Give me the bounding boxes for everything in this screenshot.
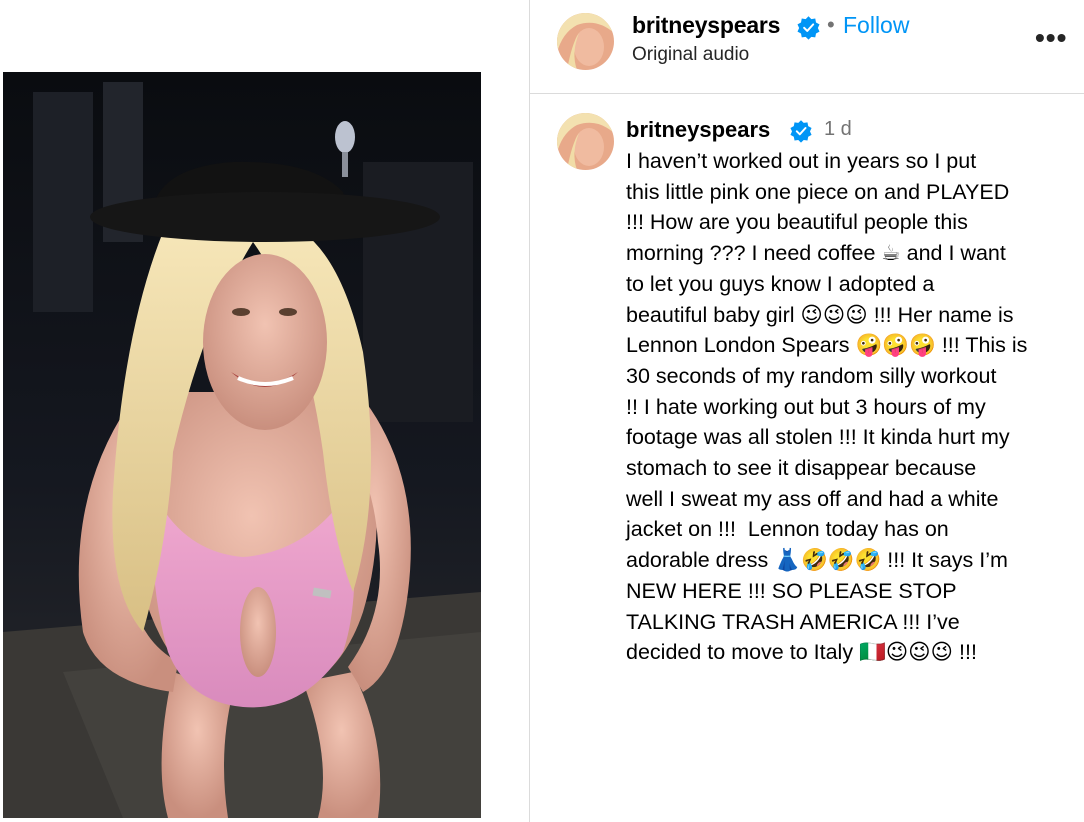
post-caption: I haven’t worked out in years so I put t… (626, 149, 1028, 665)
post-timestamp[interactable]: 1 d (824, 118, 852, 141)
follow-button[interactable]: Follow (843, 12, 909, 39)
audio-label[interactable]: Original audio (632, 44, 749, 66)
verified-badge-icon (797, 16, 820, 40)
separator-dot: • (827, 12, 835, 37)
post-video[interactable] (3, 72, 481, 818)
author-avatar[interactable] (557, 13, 614, 70)
more-options-icon[interactable]: ••• (1035, 22, 1067, 54)
caption-author-avatar[interactable] (557, 113, 614, 170)
caption-author-username[interactable]: britneyspears (626, 117, 770, 143)
author-username[interactable]: britneyspears (632, 12, 780, 39)
video-frame-image (3, 72, 481, 818)
header-divider (530, 93, 1084, 94)
verified-badge-icon (790, 120, 812, 143)
media-panel (0, 0, 529, 822)
panel-divider (529, 0, 530, 822)
post-header: britneyspears • Follow Original audio ••… (530, 0, 1084, 94)
